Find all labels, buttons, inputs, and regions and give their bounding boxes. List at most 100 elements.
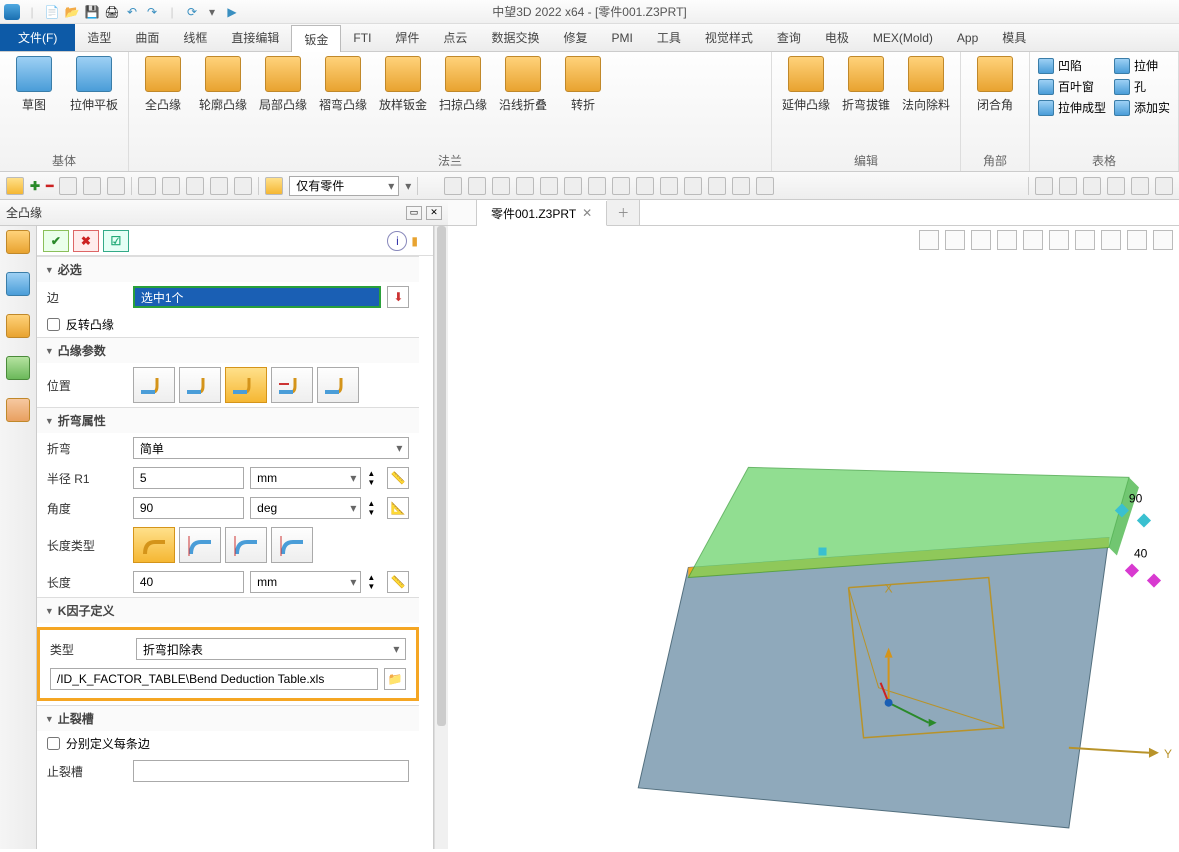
- pick-icon[interactable]: ⬇: [387, 286, 409, 308]
- tool-contour-flange[interactable]: 轮廓凸缘: [195, 56, 251, 151]
- tool-extend-flange[interactable]: 延伸凸缘: [778, 56, 834, 151]
- angle-input[interactable]: 90: [133, 497, 244, 519]
- tool-partial-flange[interactable]: 局部凸缘: [255, 56, 311, 151]
- tb-icon[interactable]: [234, 177, 252, 195]
- tool-bend-draft[interactable]: 折弯拔锥: [838, 56, 894, 151]
- pos-option-2[interactable]: [179, 367, 221, 403]
- menu-item[interactable]: 线框: [171, 24, 219, 51]
- pos-option-4[interactable]: [271, 367, 313, 403]
- tb-icon[interactable]: [186, 177, 204, 195]
- doc-tab[interactable]: 零件001.Z3PRT ✕: [477, 201, 607, 226]
- lentype-3[interactable]: [225, 527, 267, 563]
- menu-item[interactable]: 数据交换: [479, 24, 551, 51]
- tool-sketch[interactable]: 草图: [6, 56, 62, 151]
- tb-icon[interactable]: [1059, 177, 1077, 195]
- tb-icon[interactable]: [612, 177, 630, 195]
- menu-item[interactable]: 曲面: [123, 24, 171, 51]
- tool-fold-line[interactable]: 沿线折叠: [495, 56, 551, 151]
- tool-normal-cut[interactable]: 法向除料: [898, 56, 954, 151]
- relief-combo[interactable]: [133, 760, 410, 782]
- menu-item-active[interactable]: 钣金: [291, 25, 341, 52]
- undo-icon[interactable]: ↶: [124, 4, 140, 20]
- bend-combo[interactable]: 简单▾: [133, 437, 410, 459]
- kfile-input[interactable]: /ID_K_FACTOR_TABLE\Bend Deduction Table.…: [50, 668, 379, 690]
- browse-icon[interactable]: 📁: [384, 668, 406, 690]
- expand-icon[interactable]: ▮: [411, 234, 427, 248]
- mini-tool[interactable]: 孔: [1112, 77, 1172, 96]
- menu-item[interactable]: 电极: [813, 24, 861, 51]
- palette-icon[interactable]: [6, 272, 30, 296]
- panel-scrollbar[interactable]: [434, 226, 448, 849]
- open-icon[interactable]: 📂: [64, 4, 80, 20]
- cancel-button[interactable]: ✖: [73, 230, 99, 252]
- tb-icon[interactable]: [210, 177, 228, 195]
- filter-combo[interactable]: 仅有零件: [289, 176, 399, 196]
- section-bend[interactable]: 折弯属性: [37, 408, 420, 433]
- menu-item[interactable]: 模具: [990, 24, 1038, 51]
- 3d-canvas[interactable]: X Y 90 40: [448, 226, 1179, 849]
- reverse-checkbox[interactable]: [47, 318, 60, 331]
- tb-icon[interactable]: [107, 177, 125, 195]
- length-input[interactable]: 40: [133, 571, 244, 593]
- menu-item[interactable]: 修复: [551, 24, 599, 51]
- redo-icon[interactable]: ↷: [144, 4, 160, 20]
- lentype-2[interactable]: [179, 527, 221, 563]
- tb-icon[interactable]: [1155, 177, 1173, 195]
- minimize-icon[interactable]: ▭: [406, 206, 422, 220]
- tb-icon[interactable]: [516, 177, 534, 195]
- radius-unit[interactable]: mm: [250, 467, 361, 489]
- spin[interactable]: ▲▼: [367, 573, 381, 591]
- tool-close-corner[interactable]: 闭合角: [967, 56, 1023, 151]
- tool-sweep-flange[interactable]: 扫掠凸缘: [435, 56, 491, 151]
- pos-option-1[interactable]: [133, 367, 175, 403]
- pos-option-3[interactable]: [225, 367, 267, 403]
- menu-item[interactable]: 视觉样式: [693, 24, 765, 51]
- tb-icon[interactable]: [444, 177, 462, 195]
- tool-hem-flange[interactable]: 褶弯凸缘: [315, 56, 371, 151]
- lentype-4[interactable]: [271, 527, 313, 563]
- section-required[interactable]: 必选: [37, 257, 420, 282]
- new-tab-button[interactable]: ＋: [607, 200, 640, 225]
- section-flange[interactable]: 凸缘参数: [37, 338, 420, 363]
- mini-tool[interactable]: 拉伸成型: [1036, 98, 1108, 117]
- lentype-1[interactable]: [133, 527, 175, 563]
- spin[interactable]: ▲▼: [367, 499, 381, 517]
- mini-tool[interactable]: 凹陷: [1036, 56, 1108, 75]
- close-icon[interactable]: ✕: [426, 206, 442, 220]
- spin[interactable]: ▲▼: [367, 469, 381, 487]
- palette-icon[interactable]: [6, 230, 30, 254]
- measure-icon[interactable]: 📏: [387, 571, 409, 593]
- menu-item[interactable]: 焊件: [383, 24, 431, 51]
- plus-icon[interactable]: ✚: [30, 179, 40, 193]
- tb-icon[interactable]: [1131, 177, 1149, 195]
- refresh-icon[interactable]: ⟳: [184, 4, 200, 20]
- measure-icon[interactable]: 📐: [387, 497, 409, 519]
- dropdown-icon[interactable]: ▾: [405, 179, 411, 193]
- edge-selection[interactable]: 选中1个: [133, 286, 382, 308]
- menu-item[interactable]: App: [945, 24, 990, 51]
- tb-icon[interactable]: [684, 177, 702, 195]
- tb-icon[interactable]: [1107, 177, 1125, 195]
- tb-icon[interactable]: [732, 177, 750, 195]
- menu-item[interactable]: 直接编辑: [219, 24, 291, 51]
- radius-input[interactable]: 5: [133, 467, 244, 489]
- palette-icon[interactable]: [6, 356, 30, 380]
- tb-icon[interactable]: [636, 177, 654, 195]
- menu-item[interactable]: FTI: [341, 24, 383, 51]
- tb-icon[interactable]: [564, 177, 582, 195]
- angle-unit[interactable]: deg: [250, 497, 361, 519]
- tool-extrude-flat[interactable]: 拉伸平板: [66, 56, 122, 151]
- save-icon[interactable]: 💾: [84, 4, 100, 20]
- tb-icon[interactable]: [59, 177, 77, 195]
- menu-file[interactable]: 文件(F): [0, 24, 75, 51]
- tool-loft-sheet[interactable]: 放样钣金: [375, 56, 431, 151]
- tb-icon[interactable]: [1035, 177, 1053, 195]
- tb-icon[interactable]: [756, 177, 774, 195]
- menu-item[interactable]: PMI: [599, 24, 644, 51]
- measure-icon[interactable]: 📏: [387, 467, 409, 489]
- palette-icon[interactable]: [6, 398, 30, 422]
- tb-icon[interactable]: [162, 177, 180, 195]
- menu-item[interactable]: 查询: [765, 24, 813, 51]
- tb-icon[interactable]: [468, 177, 486, 195]
- print-icon[interactable]: 🖨: [104, 4, 120, 20]
